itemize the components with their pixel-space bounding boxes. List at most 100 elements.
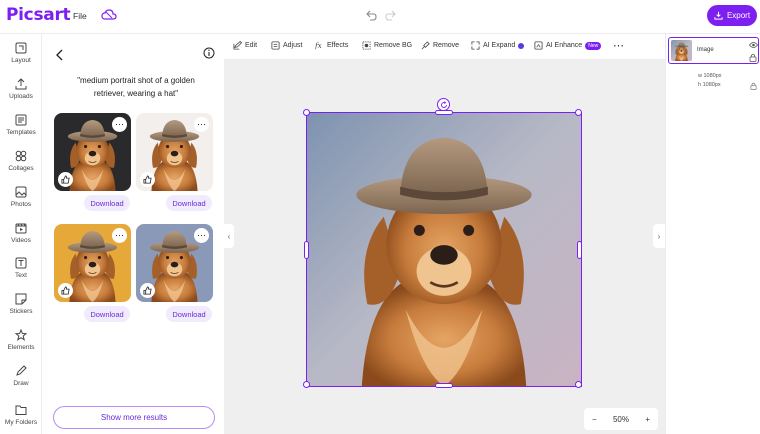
more-options-icon[interactable]: ⋯ — [112, 117, 127, 132]
tool-label: Edit — [245, 42, 258, 49]
resize-handle[interactable] — [303, 381, 310, 388]
show-more-results-button[interactable]: Show more results — [53, 406, 215, 429]
download-button[interactable]: Download — [84, 195, 130, 211]
tool-ai-enhance[interactable]: AI Enhance New — [534, 41, 602, 50]
expand-layers-button[interactable]: › — [653, 224, 665, 248]
eye-icon[interactable] — [749, 41, 758, 49]
like-icon[interactable] — [140, 172, 155, 187]
videos-icon — [15, 223, 27, 234]
tool-adjust[interactable]: Adjust — [271, 41, 302, 50]
resize-handle[interactable] — [435, 383, 453, 388]
result-thumbnail[interactable]: ⋯ — [136, 224, 213, 302]
tool-label: Adjust — [283, 42, 303, 49]
layer-item[interactable]: Image — [668, 37, 759, 64]
stickers-icon — [15, 293, 27, 305]
rail-item-my-folders[interactable]: My Folders — [0, 404, 42, 426]
zoom-in-button[interactable]: + — [645, 415, 650, 424]
text-icon — [15, 257, 27, 269]
draw-icon — [16, 365, 27, 376]
zoom-out-button[interactable]: − — [592, 415, 597, 424]
result-thumbnail[interactable]: ⋯ — [136, 113, 213, 191]
download-icon — [714, 11, 723, 20]
info-icon[interactable] — [203, 47, 215, 59]
rail-item-layout[interactable]: Layout — [0, 42, 42, 64]
canvas-image[interactable] — [307, 113, 581, 386]
file-menu[interactable]: File — [73, 11, 87, 21]
rail-item-collages[interactable]: Collages — [0, 150, 42, 172]
rail-label: My Folders — [4, 419, 38, 426]
resize-handle[interactable] — [303, 109, 310, 116]
like-icon[interactable] — [140, 283, 155, 298]
rail-item-text[interactable]: Text — [0, 257, 42, 279]
rail-item-videos[interactable]: Videos — [0, 222, 42, 244]
rail-label: Draw — [13, 380, 29, 387]
download-button[interactable]: Download — [84, 306, 130, 322]
rail-item-draw[interactable]: Draw — [0, 365, 42, 387]
tool-label: AI Enhance — [546, 42, 583, 49]
resize-handle[interactable] — [575, 109, 582, 116]
tool-label: AI Expand — [483, 42, 516, 49]
redo-icon[interactable] — [384, 9, 398, 23]
edit-icon — [233, 41, 242, 50]
more-options-icon[interactable]: ⋯ — [194, 117, 209, 132]
rail-item-elements[interactable]: Elements — [0, 329, 42, 351]
layer-name: Image — [697, 47, 714, 53]
download-button[interactable]: Download — [166, 306, 212, 322]
effects-icon: fx — [315, 41, 322, 50]
resize-handle[interactable] — [577, 241, 582, 259]
export-button[interactable]: Export — [707, 5, 757, 26]
layer-thumbnail — [671, 40, 692, 61]
layer-dimensions: w 1080px h 1080px — [698, 72, 722, 90]
resize-handle[interactable] — [575, 381, 582, 388]
layout-icon — [15, 42, 27, 54]
rail-item-uploads[interactable]: Uploads — [0, 78, 42, 100]
result-thumbnail[interactable]: ⋯ — [54, 113, 131, 191]
zoom-control: − 50% + — [584, 408, 658, 430]
download-button[interactable]: Download — [166, 195, 212, 211]
rail-label: Text — [15, 272, 27, 279]
more-options-icon[interactable]: ⋯ — [194, 228, 209, 243]
toolbar-more-button[interactable]: ⋯ — [613, 39, 624, 52]
canvas-area: Edit Adjust fx Effects Remove BG Remove … — [224, 34, 665, 434]
lock-icon[interactable] — [749, 53, 757, 62]
tool-label: Remove BG — [374, 42, 413, 49]
picsart-logo[interactable]: Picsart — [6, 5, 71, 25]
tool-remove-bg[interactable]: Remove BG — [362, 41, 412, 50]
tool-effects[interactable]: fx Effects — [315, 41, 348, 50]
rail-label: Templates — [6, 129, 36, 136]
resize-handle[interactable] — [304, 241, 309, 259]
upload-icon — [15, 78, 27, 90]
left-rail: Layout Uploads Templates Collages Photos… — [0, 34, 42, 434]
rail-label: Elements — [7, 344, 35, 351]
photos-icon — [15, 186, 27, 198]
image-toolbar: Edit Adjust fx Effects Remove BG Remove … — [224, 34, 665, 60]
export-label: Export — [726, 11, 751, 20]
tool-label: Remove — [433, 42, 460, 49]
aspect-lock-icon[interactable] — [750, 82, 757, 90]
ai-badge-icon — [518, 42, 525, 49]
collapse-panel-button[interactable]: ‹ — [224, 224, 234, 248]
zoom-level[interactable]: 50% — [613, 415, 629, 424]
result-thumbnail[interactable]: ⋯ — [54, 224, 131, 302]
rail-label: Uploads — [9, 93, 33, 100]
resize-handle[interactable] — [435, 110, 453, 115]
adjust-icon — [271, 41, 280, 50]
undo-icon[interactable] — [364, 9, 378, 23]
ai-enhance-icon — [534, 41, 543, 50]
rail-label: Photos — [10, 201, 32, 208]
new-badge: New — [585, 41, 602, 50]
back-arrow-icon[interactable] — [55, 49, 65, 61]
rail-item-templates[interactable]: Templates — [0, 114, 42, 136]
like-icon[interactable] — [58, 283, 73, 298]
tool-edit[interactable]: Edit — [233, 41, 257, 50]
ai-expand-icon — [471, 41, 480, 50]
rail-item-stickers[interactable]: Stickers — [0, 293, 42, 315]
tool-remove[interactable]: Remove — [421, 41, 459, 50]
layer-width: w 1080px — [698, 73, 722, 79]
cloud-sync-icon[interactable] — [101, 8, 117, 22]
more-options-icon[interactable]: ⋯ — [112, 228, 127, 243]
rail-item-photos[interactable]: Photos — [0, 186, 42, 208]
top-bar: Picsart File Export — [0, 0, 760, 34]
like-icon[interactable] — [58, 172, 73, 187]
tool-ai-expand[interactable]: AI Expand — [471, 41, 525, 50]
